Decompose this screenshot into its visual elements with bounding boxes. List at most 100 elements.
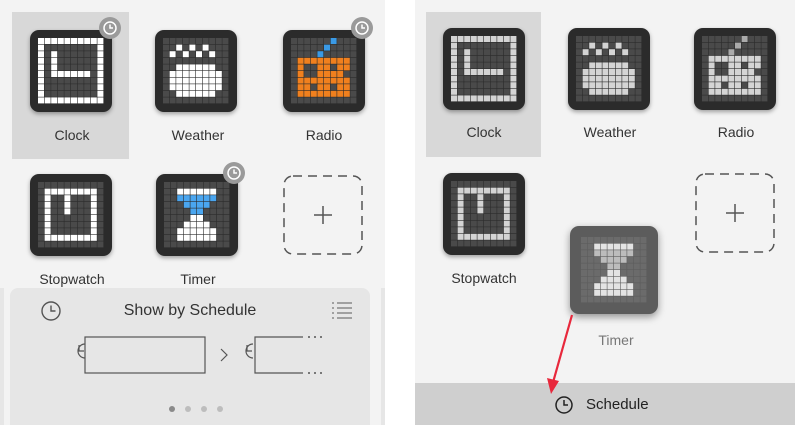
icon-pixel xyxy=(635,62,642,69)
page-dot[interactable] xyxy=(169,406,175,412)
clock-app-tile[interactable] xyxy=(443,28,525,110)
icon-pixel xyxy=(510,240,517,247)
icon-pixel xyxy=(602,49,609,56)
icon-pixel xyxy=(176,44,183,51)
icon-pixel xyxy=(451,55,457,62)
icon-pixel xyxy=(182,44,189,51)
schedule-badge[interactable] xyxy=(223,162,245,184)
icon-pixel xyxy=(71,241,77,248)
icon-pixel xyxy=(628,49,635,56)
icon-pixel xyxy=(77,57,84,64)
schedule-drop-bar[interactable]: Schedule xyxy=(415,383,795,425)
icon-pixel xyxy=(735,69,741,75)
icon-pixel xyxy=(77,188,84,195)
icon-pixel xyxy=(581,296,587,303)
list-icon[interactable] xyxy=(330,301,354,321)
icon-pixel xyxy=(490,194,497,201)
icon-pixel xyxy=(317,64,324,71)
icon-pixel xyxy=(510,214,517,220)
radio-app-tile[interactable] xyxy=(283,30,365,112)
timer-app-tile[interactable] xyxy=(156,174,238,256)
icon-pixel xyxy=(202,84,209,91)
icon-pixel xyxy=(44,215,51,221)
icon-pixel xyxy=(90,221,97,228)
clock-app-tile[interactable] xyxy=(30,30,112,112)
icon-pixel xyxy=(609,69,615,75)
icon-pixel xyxy=(607,237,614,243)
icon-pixel xyxy=(464,49,471,56)
icon-pixel xyxy=(324,57,330,64)
icon-pixel xyxy=(51,182,58,188)
icon-pixel xyxy=(177,188,184,195)
add-app-button[interactable] xyxy=(283,175,363,255)
icon-pixel xyxy=(728,95,735,102)
icon-pixel xyxy=(64,195,71,202)
icon-pixel xyxy=(51,221,58,228)
stopwatch-app-tile[interactable] xyxy=(443,173,525,255)
timer-app-tile-dragging[interactable] xyxy=(570,226,658,314)
icon-pixel xyxy=(77,38,84,44)
icon-pixel xyxy=(183,208,190,215)
icon-pixel xyxy=(721,75,728,82)
radio-app-tile[interactable] xyxy=(694,28,776,110)
icon-pixel xyxy=(177,201,184,208)
icon-pixel xyxy=(477,88,484,95)
icon-pixel xyxy=(477,220,484,227)
icon-pixel xyxy=(170,188,177,195)
icon-pixel xyxy=(622,55,629,62)
icon-pixel xyxy=(44,51,51,58)
icon-pixel xyxy=(602,42,609,49)
icon-pixel xyxy=(595,49,602,56)
add-app-button[interactable] xyxy=(695,173,775,253)
icon-pixel xyxy=(350,51,357,58)
page-dot[interactable] xyxy=(217,406,223,412)
icon-pixel xyxy=(602,75,609,82)
icon-pixel xyxy=(627,296,634,303)
icon-pixel xyxy=(477,240,484,247)
icon-pixel xyxy=(609,88,615,95)
icon-pixel xyxy=(163,44,169,51)
icon-pixel xyxy=(620,283,627,290)
icon-pixel xyxy=(343,57,350,64)
icon-pixel xyxy=(457,69,464,75)
icon-pixel xyxy=(337,44,344,51)
icon-pixel xyxy=(464,82,471,89)
weather-app-tile[interactable] xyxy=(155,30,237,112)
icon-pixel xyxy=(470,240,477,247)
icon-pixel xyxy=(582,75,589,82)
icon-pixel xyxy=(457,75,464,82)
icon-pixel xyxy=(343,97,350,104)
icon-pixel xyxy=(215,57,222,64)
stopwatch-app-tile[interactable] xyxy=(30,174,112,256)
page-dot[interactable] xyxy=(185,406,191,412)
icon-pixel xyxy=(484,214,490,220)
icon-pixel xyxy=(451,220,457,227)
icon-pixel xyxy=(761,36,768,42)
icon-pixel xyxy=(164,228,170,235)
icon-pixel xyxy=(627,289,634,296)
page-dot[interactable] xyxy=(201,406,207,412)
icon-pixel xyxy=(176,84,183,91)
icon-pixel xyxy=(587,256,594,263)
icon-pixel xyxy=(317,77,324,84)
schedule-badge[interactable] xyxy=(351,17,373,39)
stopwatch-label: Stopwatch xyxy=(451,270,517,286)
icon-pixel xyxy=(702,36,708,42)
icon-pixel xyxy=(71,97,77,104)
icon-pixel xyxy=(761,62,768,69)
icon-pixel xyxy=(728,62,735,69)
icon-pixel xyxy=(64,182,71,188)
icon-pixel xyxy=(595,88,602,95)
weather-app-tile[interactable] xyxy=(568,28,650,110)
icon-pixel xyxy=(510,62,517,69)
schedule-badge[interactable] xyxy=(99,17,121,39)
icon-pixel xyxy=(457,36,464,42)
icon-pixel xyxy=(324,64,330,71)
icon-pixel xyxy=(464,220,471,227)
icon-pixel xyxy=(581,276,587,283)
panel-edge xyxy=(381,288,385,425)
icon-pixel xyxy=(614,283,620,290)
icon-pixel xyxy=(310,57,317,64)
icon-pixel xyxy=(620,263,627,270)
icon-pixel xyxy=(183,201,190,208)
